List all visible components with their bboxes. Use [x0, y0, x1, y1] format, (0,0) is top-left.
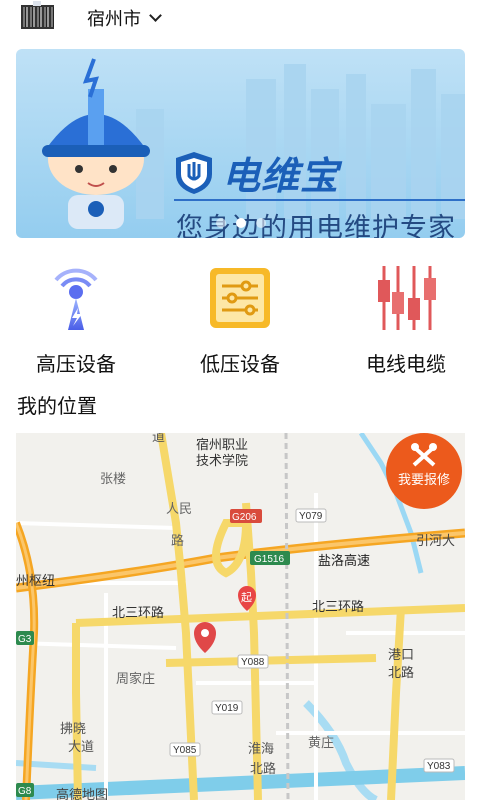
carousel-dot-active[interactable] [235, 218, 246, 228]
map-label-road: 北路 [250, 761, 276, 776]
map-shield-g3: G3 [18, 634, 32, 645]
map-label-road: 淮海 [248, 741, 274, 756]
map-label-road: 北三环路 [112, 605, 164, 620]
category-label: 电线电缆 [366, 352, 446, 376]
control-panel-icon [204, 262, 276, 334]
map-label-school: 技术学院 [196, 453, 248, 468]
map-shield-g8: G8 [18, 786, 32, 797]
map-shield-y019: Y019 [215, 703, 239, 714]
map-label-road: 港口 [388, 647, 414, 662]
map-label-village: 黄庄 [308, 735, 334, 750]
location-map[interactable]: 宿州职业 技术学院 张楼 人民 路 周家庄 拂晓 大道 淮海 北路 黄庄 港口 … [16, 433, 465, 800]
worker-mascot [42, 58, 150, 229]
map-shield-y079: Y079 [299, 511, 323, 522]
map-shield-y088: Y088 [241, 657, 265, 668]
city-label: 宿州市 [87, 9, 141, 30]
category-label: 高压设备 [36, 352, 116, 376]
map-label-road: 引河大 [416, 533, 455, 548]
carousel-dot[interactable] [215, 218, 226, 228]
map-shield-y083: Y083 [427, 761, 451, 772]
category-low-voltage[interactable]: 低压设备 [170, 262, 310, 377]
cable-fuse-icon [370, 262, 442, 334]
map-label-village: 周家庄 [116, 671, 155, 686]
map-label-hub: 州枢纽 [16, 573, 55, 588]
top-bar: 宿州市 [0, 0, 480, 38]
map-label-school: 宿州职业 [196, 437, 248, 452]
location-pin-icon [194, 622, 216, 653]
svg-text:起: 起 [241, 591, 252, 604]
map-label-road: 道 [152, 433, 165, 444]
category-grid: 高压设备 低压设备 电线电缆 [0, 262, 480, 382]
banner-brand: 电维宝 [174, 145, 339, 200]
high-voltage-tower-icon [40, 262, 112, 334]
chevron-down-icon [149, 9, 162, 22]
carousel-indicator [16, 218, 465, 228]
map-label-road: 人民 [166, 501, 192, 516]
city-selector[interactable]: 宿州市 [87, 5, 162, 31]
carousel-dot[interactable] [255, 218, 266, 228]
category-high-voltage[interactable]: 高压设备 [6, 262, 146, 377]
map-label-road: 路 [171, 533, 184, 548]
map-label-road: 拂晓 [60, 721, 86, 736]
banner-title: 电维宝 [222, 154, 340, 198]
repair-request-label: 我要报修 [397, 473, 450, 488]
wrench-screwdriver-icon [411, 443, 437, 467]
map-shield-g1516: G1516 [254, 554, 284, 565]
shield-logo-icon [176, 151, 212, 194]
repair-request-button[interactable]: 我要报修 [386, 433, 462, 509]
map-label-road: 大道 [68, 739, 94, 754]
map-shield-g206: G206 [232, 512, 257, 523]
barcode-scan-icon[interactable] [21, 1, 54, 29]
category-cable[interactable]: 电线电缆 [336, 262, 476, 377]
map-attribution: 高德地图 [56, 787, 108, 800]
section-title-my-location: 我的位置 [17, 394, 97, 418]
promo-banner[interactable]: 电维宝 您身边的用电维护专家 [16, 49, 465, 238]
category-label: 低压设备 [200, 352, 280, 376]
map-label-road: 北路 [388, 665, 414, 680]
map-shield-y085: Y085 [173, 745, 197, 756]
map-label-road: 北三环路 [312, 599, 364, 614]
map-label-highway: 盐洛高速 [318, 553, 370, 568]
map-label-village: 张楼 [100, 471, 126, 486]
